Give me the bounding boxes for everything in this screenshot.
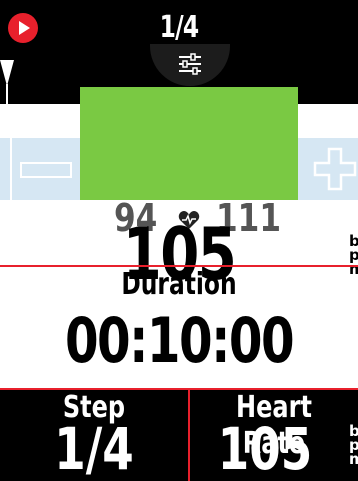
zone-target bbox=[80, 87, 298, 200]
play-icon bbox=[19, 21, 30, 35]
duration-label: Duration bbox=[121, 267, 237, 302]
position-marker-line bbox=[6, 84, 8, 104]
sliders-icon bbox=[179, 53, 201, 75]
increase-button[interactable] bbox=[312, 146, 358, 192]
settings-button[interactable] bbox=[150, 44, 230, 86]
decrease-button[interactable] bbox=[20, 162, 72, 178]
hr-unit-line: m bbox=[349, 450, 358, 468]
step-value: 1/4 bbox=[54, 415, 134, 481]
hr-unit: b p m bbox=[349, 234, 358, 277]
position-marker bbox=[0, 60, 14, 86]
bottom-hr-unit: b p m bbox=[349, 424, 358, 468]
hr-zone-band bbox=[0, 87, 358, 234]
duration-value: 00:10:00 bbox=[64, 304, 295, 377]
divider bbox=[188, 390, 190, 481]
plus-icon bbox=[313, 147, 357, 191]
play-button[interactable] bbox=[8, 13, 38, 43]
bottom-panel: Step 1/4 Heart Rate 105 bbox=[0, 390, 358, 481]
page-indicator: 1/4 bbox=[159, 10, 200, 45]
heart-rate-value: 105 bbox=[217, 415, 313, 481]
